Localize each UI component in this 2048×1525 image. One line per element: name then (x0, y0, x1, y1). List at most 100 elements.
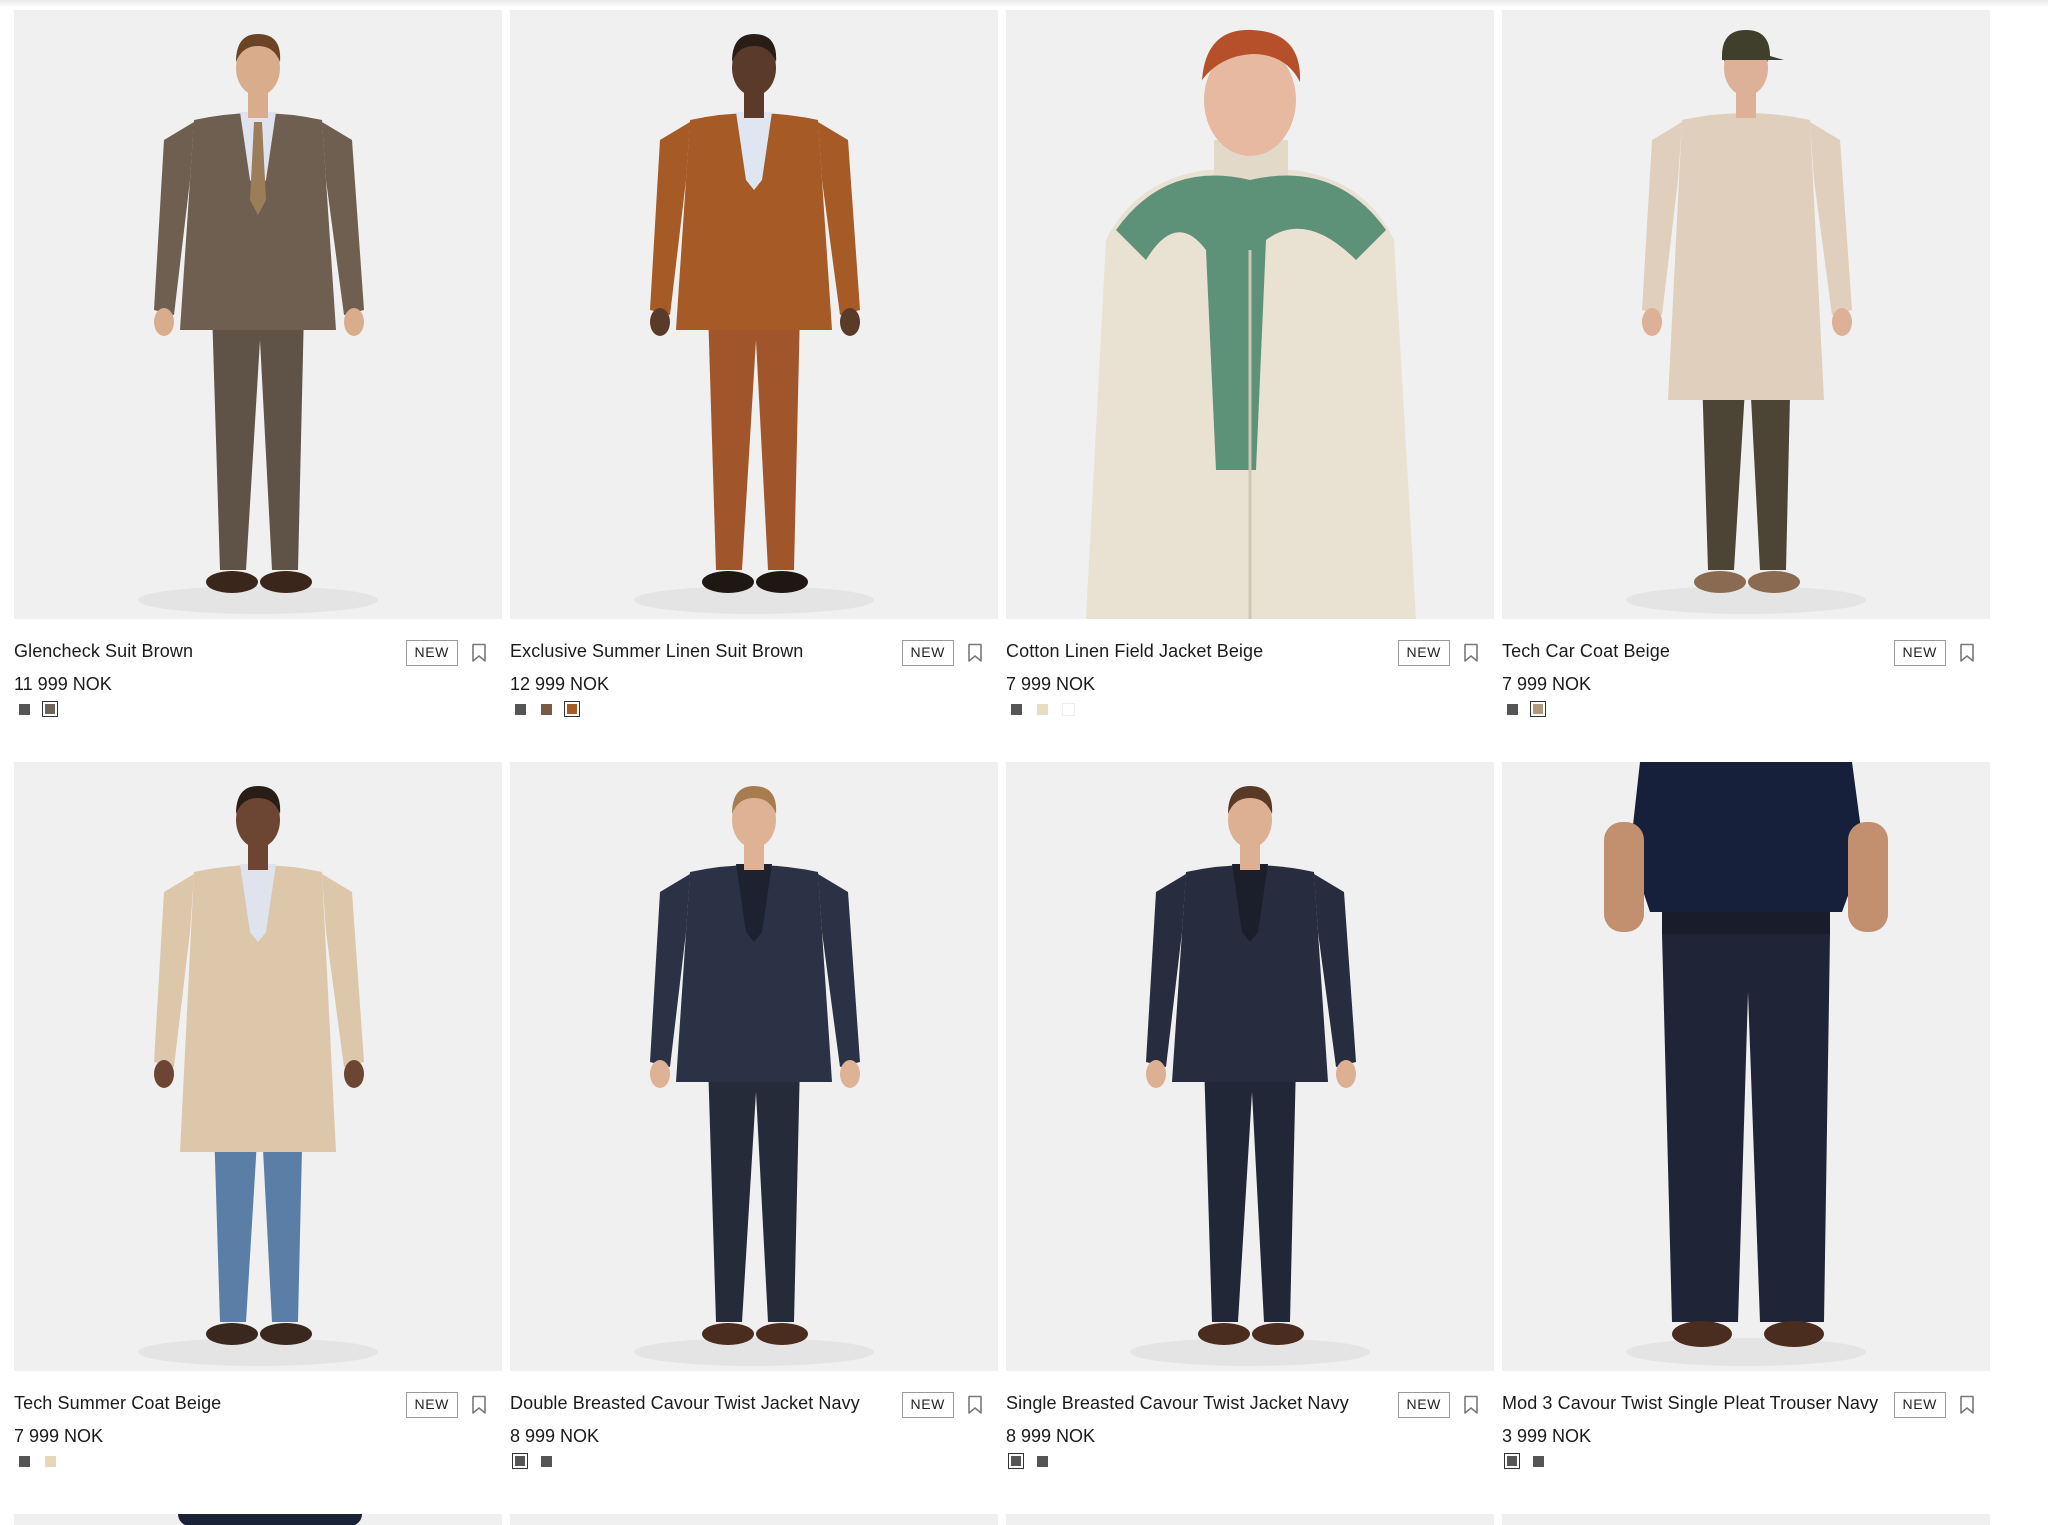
product-info: Glencheck Suit Brown 11 999 NOK NEW (14, 619, 502, 762)
product-card[interactable]: Double Breasted Cavour Twist Jacket Navy… (510, 762, 998, 1514)
product-image[interactable] (1006, 10, 1494, 619)
color-swatch[interactable] (42, 701, 58, 717)
bookmark-icon[interactable] (471, 643, 487, 663)
new-badge: NEW (901, 1392, 954, 1418)
product-title[interactable]: Cotton Linen Field Jacket Beige (1006, 641, 1263, 662)
new-badge: NEW (1893, 640, 1946, 666)
color-swatch[interactable] (16, 701, 32, 717)
color-swatch[interactable] (512, 701, 528, 717)
product-photo-illustration (1626, 30, 1866, 614)
color-swatch[interactable] (42, 1453, 58, 1469)
color-swatch[interactable] (1504, 701, 1520, 717)
product-info: Mod 3 Cavour Twist Single Pleat Trouser … (1502, 1371, 1990, 1514)
product-info: Cotton Linen Field Jacket Beige 7 999 NOK… (1006, 619, 1494, 762)
bookmark-icon[interactable] (1959, 1395, 1975, 1415)
product-card-partial[interactable] (510, 1514, 998, 1525)
product-image[interactable] (14, 1514, 502, 1525)
bookmark-icon[interactable] (1463, 643, 1479, 663)
color-swatch[interactable] (564, 701, 580, 717)
product-price: 3 999 NOK (1502, 1426, 1592, 1446)
color-swatch[interactable] (1008, 1453, 1024, 1469)
new-badge: NEW (405, 640, 458, 666)
color-swatches (512, 701, 580, 717)
product-grid: Glencheck Suit Brown 11 999 NOK NEW Exclusi… (14, 10, 1990, 1525)
product-card-partial[interactable] (14, 1514, 502, 1525)
product-title[interactable]: Glencheck Suit Brown (14, 641, 193, 662)
product-image[interactable] (1502, 10, 1990, 619)
color-swatch[interactable] (16, 1453, 32, 1469)
product-image[interactable] (14, 762, 502, 1371)
color-swatch[interactable] (538, 701, 554, 717)
new-badge: NEW (1397, 640, 1450, 666)
color-swatch[interactable] (1060, 701, 1076, 717)
color-swatch[interactable] (1504, 1453, 1520, 1469)
new-badge: NEW (901, 640, 954, 666)
product-image[interactable] (1006, 762, 1494, 1371)
color-swatch[interactable] (1530, 701, 1546, 717)
color-swatch[interactable] (1530, 1453, 1546, 1469)
product-photo-illustration (138, 34, 378, 614)
product-image[interactable] (510, 762, 998, 1371)
product-image[interactable] (1502, 1514, 1990, 1525)
product-photo-illustration (178, 1514, 362, 1525)
product-title[interactable]: Double Breasted Cavour Twist Jacket Navy (510, 1393, 860, 1414)
product-price: 7 999 NOK (1502, 674, 1592, 694)
color-swatches (16, 1453, 58, 1469)
product-photo-illustration (1086, 29, 1416, 619)
product-price: 11 999 NOK (14, 674, 112, 694)
product-image[interactable] (1006, 1514, 1494, 1525)
product-info: Tech Summer Coat Beige 7 999 NOK NEW (14, 1371, 502, 1514)
product-card-partial[interactable] (1502, 1514, 1990, 1525)
color-swatches (1008, 1453, 1050, 1469)
product-title[interactable]: Single Breasted Cavour Twist Jacket Navy (1006, 1393, 1349, 1414)
product-photo-illustration (138, 786, 378, 1366)
new-badge: NEW (1397, 1392, 1450, 1418)
product-image[interactable] (1502, 762, 1990, 1371)
product-price: 12 999 NOK (510, 674, 610, 694)
product-card-partial[interactable] (1006, 1514, 1494, 1525)
product-card[interactable]: Glencheck Suit Brown 11 999 NOK NEW (14, 10, 502, 762)
product-price: 7 999 NOK (14, 1426, 104, 1446)
product-card[interactable]: Exclusive Summer Linen Suit Brown 12 999 … (510, 10, 998, 762)
bookmark-icon[interactable] (1959, 643, 1975, 663)
product-card[interactable]: Cotton Linen Field Jacket Beige 7 999 NOK… (1006, 10, 1494, 762)
product-title[interactable]: Tech Summer Coat Beige (14, 1393, 221, 1414)
bookmark-icon[interactable] (967, 1395, 983, 1415)
product-card[interactable]: Single Breasted Cavour Twist Jacket Navy… (1006, 762, 1494, 1514)
header-shadow (0, 0, 2048, 7)
color-swatch[interactable] (1034, 1453, 1050, 1469)
new-badge: NEW (405, 1392, 458, 1418)
product-image[interactable] (14, 10, 502, 619)
color-swatches (1504, 701, 1546, 717)
product-title[interactable]: Tech Car Coat Beige (1502, 641, 1670, 662)
product-title[interactable]: Mod 3 Cavour Twist Single Pleat Trouser … (1502, 1393, 1878, 1414)
color-swatch[interactable] (512, 1453, 528, 1469)
product-info: Exclusive Summer Linen Suit Brown 12 999 … (510, 619, 998, 762)
product-info: Double Breasted Cavour Twist Jacket Navy… (510, 1371, 998, 1514)
bookmark-icon[interactable] (967, 643, 983, 663)
product-card[interactable]: Tech Car Coat Beige 7 999 NOK NEW (1502, 10, 1990, 762)
bookmark-icon[interactable] (471, 1395, 487, 1415)
new-badge: NEW (1893, 1392, 1946, 1418)
product-card[interactable]: Tech Summer Coat Beige 7 999 NOK NEW (14, 762, 502, 1514)
product-card[interactable]: Mod 3 Cavour Twist Single Pleat Trouser … (1502, 762, 1990, 1514)
bookmark-icon[interactable] (1463, 1395, 1479, 1415)
product-price: 7 999 NOK (1006, 674, 1096, 694)
product-price: 8 999 NOK (1006, 1426, 1096, 1446)
product-photo-illustration (1130, 786, 1370, 1366)
color-swatches (1008, 701, 1076, 717)
color-swatch[interactable] (1034, 701, 1050, 717)
product-price: 8 999 NOK (510, 1426, 600, 1446)
product-image[interactable] (510, 1514, 998, 1525)
color-swatches (16, 701, 58, 717)
product-title[interactable]: Exclusive Summer Linen Suit Brown (510, 641, 803, 662)
product-photo-illustration (1604, 762, 1888, 1366)
product-image[interactable] (510, 10, 998, 619)
color-swatches (1504, 1453, 1546, 1469)
product-photo-illustration (634, 786, 874, 1366)
color-swatch[interactable] (538, 1453, 554, 1469)
color-swatch[interactable] (1008, 701, 1024, 717)
product-info: Single Breasted Cavour Twist Jacket Navy… (1006, 1371, 1494, 1514)
color-swatches (512, 1453, 554, 1469)
product-photo-illustration (634, 34, 874, 614)
